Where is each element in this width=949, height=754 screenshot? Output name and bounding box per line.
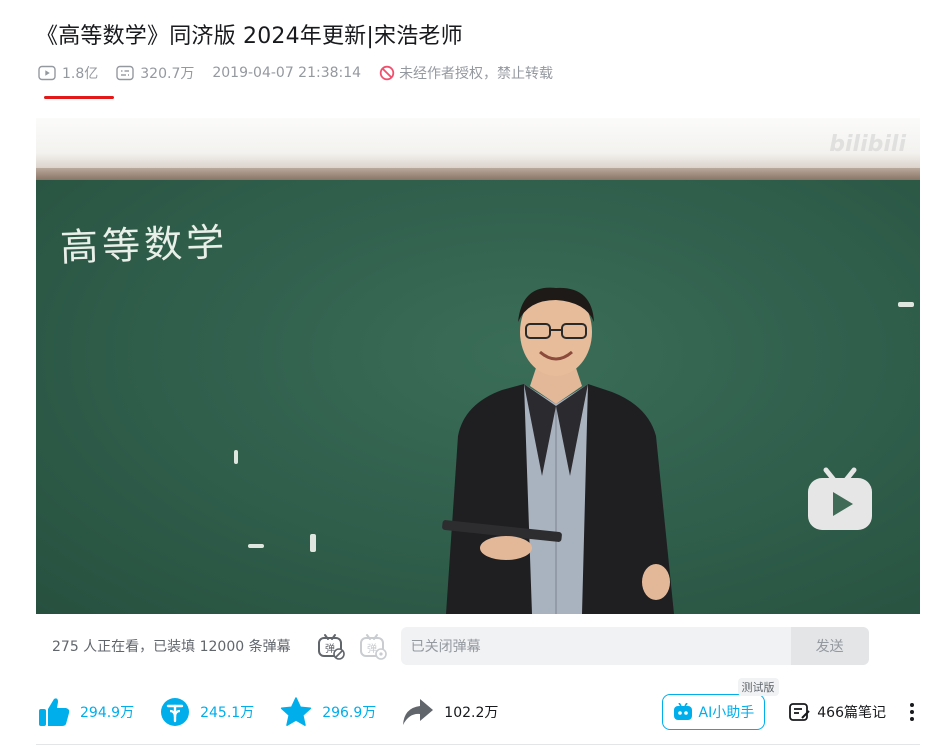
- share-count: 102.2万: [444, 705, 499, 721]
- bilibili-tv-icon[interactable]: [804, 464, 876, 536]
- video-toolbar: 294.9万 245.1万 296.9万 102.2万 AI小助手 测试版 46…: [38, 678, 920, 734]
- views-stat: 1.8亿: [38, 63, 98, 83]
- like-count: 294.9万: [80, 705, 135, 721]
- danmaku-input-placeholder: 已关闭弹幕: [410, 639, 481, 655]
- video-title: 《高等数学》同济版 2024年更新|宋浩老师: [36, 24, 463, 49]
- robot-icon: [673, 703, 692, 720]
- no-repost-icon: [379, 65, 395, 81]
- share-arrow-icon: [403, 699, 434, 725]
- danmaku-send-button[interactable]: 发送: [790, 627, 869, 665]
- divider: [36, 744, 920, 745]
- thumbs-up-icon: [39, 698, 70, 726]
- like-button[interactable]: 294.9万: [38, 697, 134, 727]
- chalk-mark: [248, 544, 264, 548]
- danmaku-bar: 275 人正在看，已装填 12000 条弹幕 弹 弹 已关闭弹幕 发送: [36, 622, 920, 670]
- danmaku-total-value: 320.7万: [140, 66, 195, 82]
- bilibili-watermark: bilibili: [829, 132, 906, 157]
- ai-assistant-button[interactable]: AI小助手: [661, 694, 766, 730]
- copyright-notice: 未经作者授权，禁止转载: [379, 63, 553, 83]
- notes-icon: [789, 703, 810, 721]
- ai-assistant-label: AI小助手: [698, 705, 755, 721]
- danmaku-status: 275 人正在看，已装填 12000 条弹幕: [52, 639, 291, 655]
- views-value: 1.8亿: [62, 66, 99, 82]
- active-indicator: [44, 96, 114, 99]
- video-meta: 1.8亿 320.7万 2019-04-07 21:38:14 未经作者授权，禁…: [38, 62, 553, 84]
- danmaku-stat: 320.7万: [116, 63, 194, 83]
- notes-label: 466篇笔记: [817, 705, 886, 721]
- danmaku-count-icon: [116, 65, 134, 81]
- star-icon: [281, 697, 312, 726]
- ceiling: [36, 118, 920, 168]
- chalk-mark: [310, 534, 316, 552]
- ai-assistant: AI小助手 测试版: [661, 678, 779, 730]
- danmaku-toggle-icon[interactable]: 弹: [317, 632, 345, 660]
- more-options-icon[interactable]: [904, 703, 920, 721]
- coin-count: 245.1万: [200, 705, 255, 721]
- danmaku-input[interactable]: 已关闭弹幕: [400, 627, 791, 665]
- coin-button[interactable]: 245.1万: [160, 697, 254, 727]
- chalk-mark: [898, 302, 914, 307]
- copyright-text: 未经作者授权，禁止转载: [399, 66, 554, 82]
- video-player[interactable]: bilibili 高等数学: [36, 118, 920, 614]
- notes-button[interactable]: 466篇笔记: [789, 702, 886, 722]
- publish-time: 2019-04-07 21:38:14: [212, 65, 362, 81]
- beta-badge: 测试版: [737, 678, 779, 696]
- favorite-count: 296.9万: [322, 705, 377, 721]
- coin-icon: [161, 698, 190, 726]
- chalk-mark: [234, 450, 238, 464]
- favorite-button[interactable]: 296.9万: [280, 697, 376, 727]
- lecturer: [442, 287, 674, 614]
- share-button[interactable]: 102.2万: [402, 698, 498, 726]
- danmaku-settings-icon[interactable]: 弹: [359, 632, 387, 660]
- play-count-icon: [38, 65, 56, 81]
- board-rail: [36, 168, 920, 180]
- board-writing: 高等数学: [59, 220, 229, 270]
